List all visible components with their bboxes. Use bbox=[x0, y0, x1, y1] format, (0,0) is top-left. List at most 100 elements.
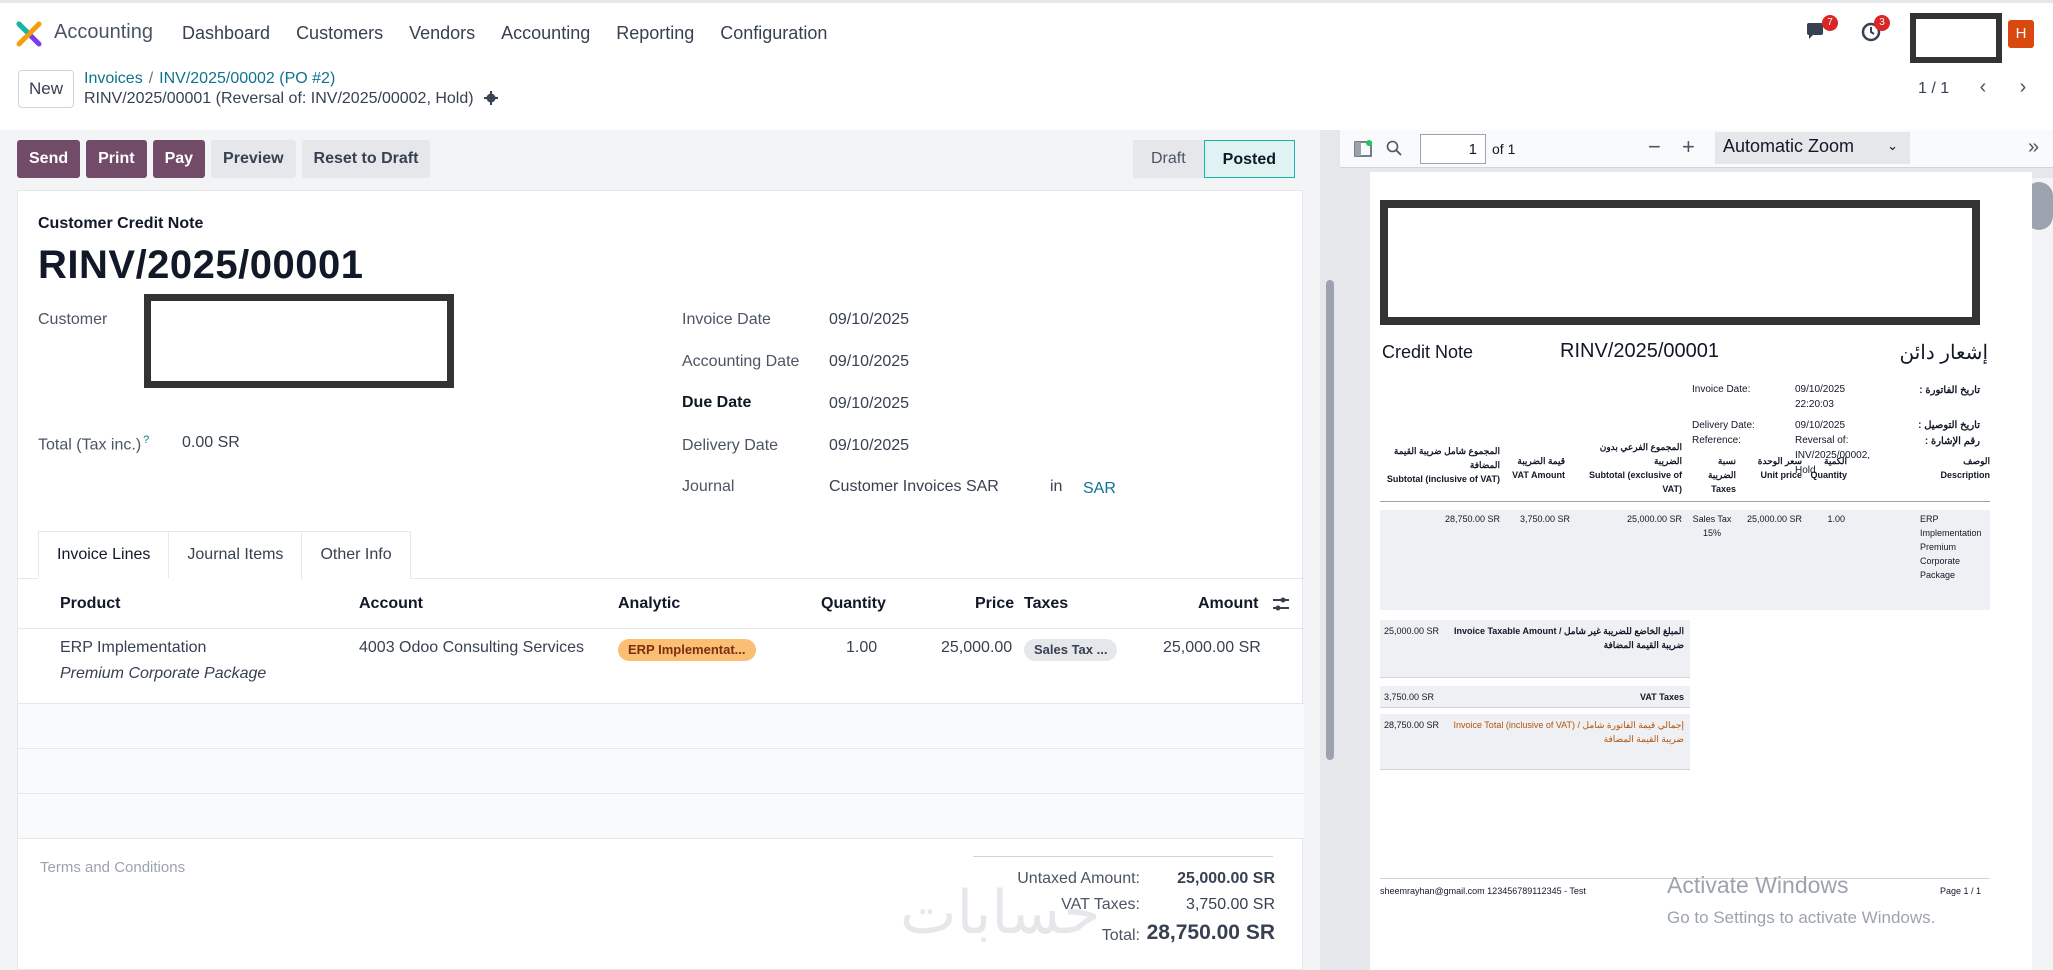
currency-link[interactable]: SAR bbox=[1083, 480, 1116, 498]
line-description[interactable]: Premium Corporate Package bbox=[60, 665, 266, 683]
document-number: RINV/2025/00001 bbox=[38, 243, 364, 287]
table-row[interactable]: ERP Implementation Premium Corporate Pac… bbox=[18, 629, 1304, 704]
empty-line-row[interactable] bbox=[18, 704, 1304, 749]
tab-other-info[interactable]: Other Info bbox=[301, 531, 411, 579]
delivery-date-value[interactable]: 09/10/2025 bbox=[829, 437, 909, 455]
menu-customers[interactable]: Customers bbox=[296, 23, 383, 44]
zoom-select[interactable]: Automatic Zoom ⌄ bbox=[1715, 132, 1910, 164]
optional-columns-sliders-icon[interactable] bbox=[1272, 595, 1290, 613]
menu-accounting[interactable]: Accounting bbox=[501, 23, 590, 44]
col-amount[interactable]: Amount bbox=[1198, 595, 1258, 613]
pdf-sum-vat: 3,750.00 SR VAT Taxes bbox=[1380, 686, 1690, 708]
pdf-sum-total-value: 28,750.00 SR bbox=[1384, 720, 1440, 730]
col-analytic[interactable]: Analytic bbox=[618, 595, 680, 613]
due-date-label: Due Date bbox=[682, 394, 752, 411]
pdf-sum-vat-label: VAT Taxes bbox=[1639, 692, 1684, 702]
sidebar-toggle-icon[interactable] bbox=[1354, 140, 1372, 158]
pdf-viewer: 1 of 1 − + Automatic Zoom ⌄ » Credit Not… bbox=[1340, 130, 2053, 970]
breadcrumb-invoices[interactable]: Invoices bbox=[84, 70, 143, 87]
pdf-col-quantity: الكمية Quantity bbox=[1805, 454, 1847, 482]
pager-value[interactable]: 1 / 1 bbox=[1918, 80, 1949, 98]
menu-dashboard[interactable]: Dashboard bbox=[182, 23, 270, 44]
search-icon[interactable] bbox=[1386, 140, 1402, 156]
accounting-date-value[interactable]: 09/10/2025 bbox=[829, 353, 909, 371]
pager-previous-chevron-icon[interactable]: ‹ bbox=[1970, 74, 1996, 102]
pdf-table-header: المجموع شامل ضريبة القيمة المضافة Subtota… bbox=[1380, 440, 1990, 502]
zoom-in-icon[interactable]: + bbox=[1682, 134, 1695, 160]
redacted-company-box bbox=[1910, 13, 2002, 63]
splitter-scrollbar-handle[interactable] bbox=[1326, 280, 1334, 760]
col-account[interactable]: Account bbox=[359, 595, 423, 613]
line-account[interactable]: 4003 Odoo Consulting Services bbox=[359, 639, 584, 657]
pay-button[interactable]: Pay bbox=[152, 140, 206, 178]
action-bar: Send Print Pay Preview Reset to Draft bbox=[17, 140, 431, 178]
empty-line-row[interactable] bbox=[18, 749, 1304, 794]
total-tax-inc-text: Total (Tax inc.) bbox=[38, 436, 142, 454]
send-button[interactable]: Send bbox=[17, 140, 81, 178]
redacted-customer-box bbox=[144, 294, 454, 388]
pdf-col-vat: قيمة الضريبة VAT Amount bbox=[1505, 454, 1565, 482]
invoice-date-value[interactable]: 09/10/2025 bbox=[829, 311, 909, 329]
status-draft[interactable]: Draft bbox=[1133, 140, 1204, 178]
pdf-row-total: 28,750.00 SR bbox=[1444, 514, 1500, 524]
pdf-col-total-ar: المجموع شامل ضريبة القيمة المضافة bbox=[1393, 446, 1500, 470]
accounting-app-logo-icon[interactable] bbox=[16, 21, 42, 47]
print-button[interactable]: Print bbox=[86, 140, 147, 178]
col-product[interactable]: Product bbox=[60, 595, 120, 613]
page-number-input[interactable]: 1 bbox=[1420, 134, 1486, 164]
pdf-row-description: ERP Implementation Premium Corporate Pac… bbox=[1920, 514, 1982, 580]
status-posted[interactable]: Posted bbox=[1203, 140, 1296, 178]
pdf-col-total-en: Subtotal (inclusive of VAT) bbox=[1386, 474, 1500, 484]
app-name[interactable]: Accounting bbox=[54, 21, 153, 44]
reset-to-draft-button[interactable]: Reset to Draft bbox=[301, 140, 431, 178]
menu-reporting[interactable]: Reporting bbox=[616, 23, 694, 44]
line-analytic-tag[interactable]: ERP Implementat... bbox=[618, 639, 756, 661]
line-tax-tag[interactable]: Sales Tax ... bbox=[1024, 639, 1118, 661]
more-tools-chevron-icon[interactable]: » bbox=[2028, 136, 2039, 159]
journal-value[interactable]: Customer Invoices SAR bbox=[829, 478, 999, 496]
pdf-col-sub-ar: المجموع الفرعي بدون الضريبة bbox=[1599, 442, 1682, 466]
breadcrumb-separator: / bbox=[148, 70, 154, 87]
user-avatar[interactable]: H bbox=[2008, 20, 2034, 48]
pdf-col-vat-en: VAT Amount bbox=[1512, 470, 1565, 480]
new-button[interactable]: New bbox=[18, 70, 74, 108]
empty-line-row[interactable] bbox=[18, 794, 1304, 839]
col-taxes[interactable]: Taxes bbox=[1024, 595, 1068, 613]
pager-next-chevron-icon[interactable]: › bbox=[2010, 74, 2036, 102]
activity-badge: 3 bbox=[1874, 15, 1890, 31]
gear-icon[interactable] bbox=[484, 91, 499, 105]
pdf-col-qty-en: Quantity bbox=[1810, 470, 1847, 480]
menu-vendors[interactable]: Vendors bbox=[409, 23, 475, 44]
status-bar: Draft Posted bbox=[1133, 140, 1296, 178]
zoom-out-icon[interactable]: − bbox=[1648, 134, 1661, 160]
invoice-date-label: Invoice Date bbox=[682, 311, 771, 328]
document-type: Customer Credit Note bbox=[38, 215, 204, 232]
pdf-row-unit-price: 25,000.00 SR bbox=[1746, 514, 1802, 524]
pdf-scrollbar[interactable] bbox=[2030, 178, 2053, 970]
activate-windows-title: Activate Windows bbox=[1667, 872, 1849, 898]
breadcrumb-invoice[interactable]: INV/2025/00002 (PO #2) bbox=[159, 70, 335, 87]
tab-invoice-lines[interactable]: Invoice Lines bbox=[38, 531, 170, 579]
redacted-header-box bbox=[1380, 200, 1980, 325]
pdf-page: Credit Note RINV/2025/00001 إشعار دائن I… bbox=[1370, 172, 2032, 970]
menu-configuration[interactable]: Configuration bbox=[720, 23, 827, 44]
panel-splitter[interactable] bbox=[1320, 130, 1340, 970]
due-date-value[interactable]: 09/10/2025 bbox=[829, 395, 909, 413]
tab-journal-items[interactable]: Journal Items bbox=[168, 531, 303, 579]
pdf-sum-taxable: 25,000.00 SR Invoice Taxable Amount / ال… bbox=[1380, 620, 1690, 678]
help-tooltip-icon[interactable]: ? bbox=[143, 434, 149, 446]
pdf-col-desc-en: Description bbox=[1940, 470, 1990, 480]
col-price[interactable]: Price bbox=[975, 595, 1014, 613]
pdf-toolbar: 1 of 1 − + Automatic Zoom ⌄ » bbox=[1340, 130, 2053, 168]
accounting-date-label: Accounting Date bbox=[682, 353, 800, 370]
page-count: of 1 bbox=[1492, 141, 1516, 157]
line-product[interactable]: ERP Implementation bbox=[60, 639, 206, 657]
pdf-delivery-date-ar: تاريخ التوصيل : bbox=[1918, 420, 1980, 431]
preview-button[interactable]: Preview bbox=[211, 140, 296, 178]
col-quantity[interactable]: Quantity bbox=[821, 595, 886, 613]
line-quantity[interactable]: 1.00 bbox=[846, 639, 877, 657]
total-tax-inc-value: 0.00 SR bbox=[182, 434, 240, 451]
terms-and-conditions-field[interactable]: Terms and Conditions bbox=[40, 859, 185, 876]
pdf-invoice-date-ar: تاريخ الفاتورة : bbox=[1919, 385, 1980, 396]
line-price[interactable]: 25,000.00 bbox=[941, 639, 1012, 657]
